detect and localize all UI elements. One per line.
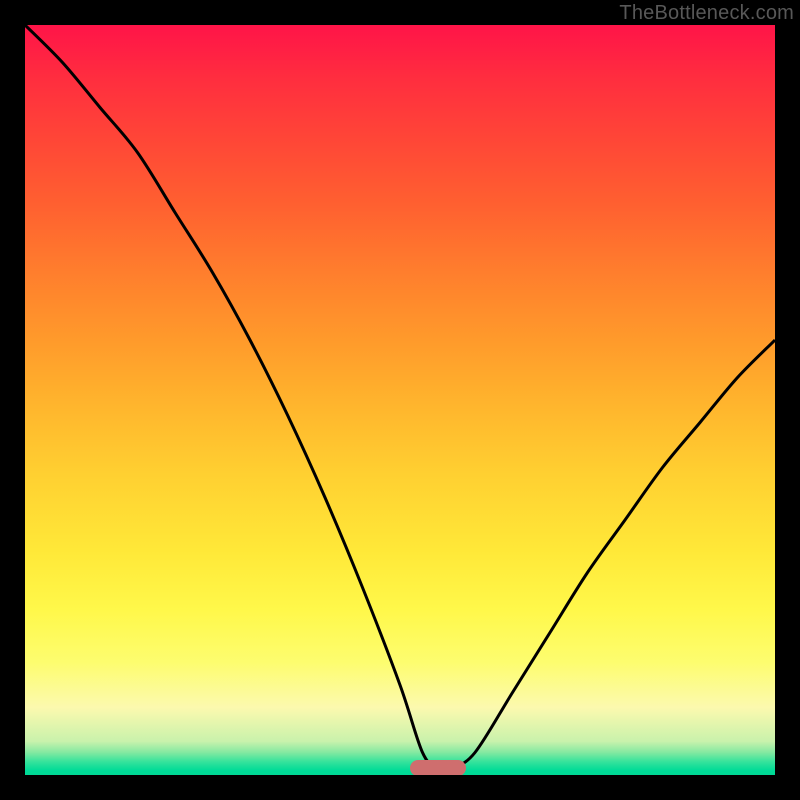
curve-svg [25, 25, 775, 775]
optimum-marker [410, 760, 466, 776]
bottleneck-curve-path [25, 25, 775, 769]
chart-container: TheBottleneck.com [0, 0, 800, 800]
watermark: TheBottleneck.com [619, 2, 794, 25]
chart-area [25, 25, 775, 775]
